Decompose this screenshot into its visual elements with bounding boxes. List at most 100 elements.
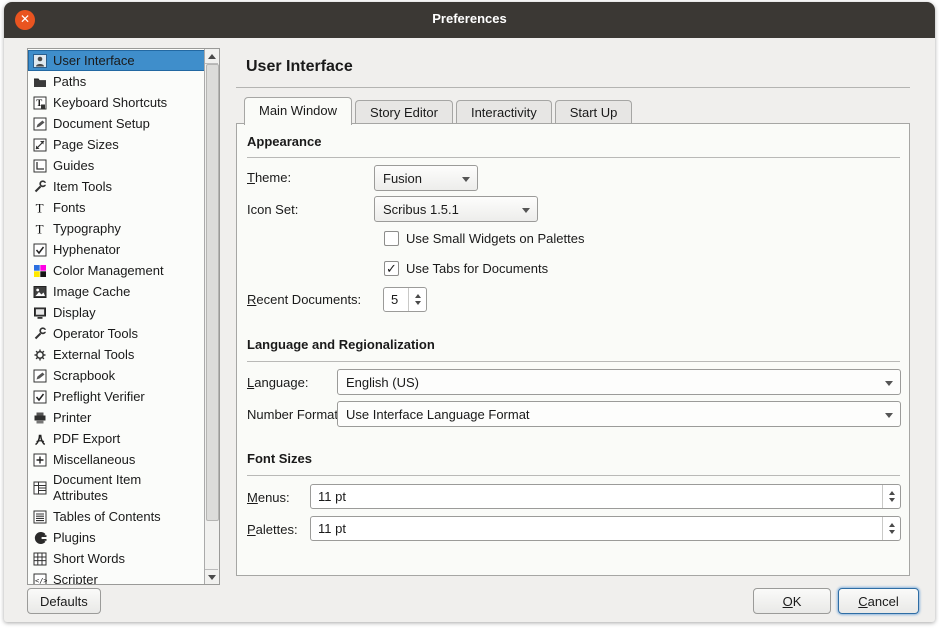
number-format-value: Use Interface Language Format [346, 407, 530, 422]
spin-up-icon [889, 491, 895, 495]
checkbox-row-use-tabs-for-documents[interactable]: ✓ Use Tabs for Documents [384, 260, 548, 277]
sidebar-item-short-words[interactable]: Short Words [28, 548, 205, 569]
image-icon [32, 284, 47, 299]
menus-label: Menus: [247, 490, 290, 505]
sidebar-item-guides[interactable]: Guides [28, 155, 205, 176]
number-format-combobox[interactable]: Use Interface Language Format [337, 401, 901, 427]
sidebar-item-paths[interactable]: Paths [28, 71, 205, 92]
screenshot-root: ✕ Preferences User Interface Paths TKeyboa… [0, 0, 939, 634]
wrench-icon [32, 326, 47, 341]
sidebar-item-scripter[interactable]: </>Scripter [28, 569, 205, 585]
sidebar-item-typography[interactable]: T Typography [28, 218, 205, 239]
plugin-icon [32, 530, 47, 545]
checkbox-row-use-small-widgets-on-palettes[interactable]: Use Small Widgets on Palettes [384, 230, 584, 247]
pencil-box-icon [32, 116, 47, 131]
icon-set-value: Scribus 1.5.1 [383, 202, 459, 217]
unchecked-checkbox-icon[interactable] [384, 231, 399, 246]
theme-value: Fusion [383, 171, 422, 186]
spin-up-icon [889, 523, 895, 527]
sidebar-item-label: Document Item Attributes [53, 472, 193, 504]
sidebar-item-color-management[interactable]: Color Management [28, 260, 205, 281]
tab-story-editor[interactable]: Story Editor [355, 100, 453, 124]
letter-t-icon: T [32, 200, 47, 215]
ok-button[interactable]: OK [753, 588, 831, 614]
spin-up-icon [415, 294, 421, 298]
sidebar-item-label: Tables of Contents [53, 509, 161, 525]
sidebar-item-label: Paths [53, 74, 86, 90]
scroll-down-icon [208, 575, 216, 580]
sidebar-item-plugins[interactable]: Plugins [28, 527, 205, 548]
appearance-heading: Appearance [247, 134, 321, 149]
sidebar-item-tables-of-contents[interactable]: Tables of Contents [28, 506, 205, 527]
tab-main-window[interactable]: Main Window [244, 97, 352, 125]
list-box-icon [32, 509, 47, 524]
sidebar-item-document-item-attributes[interactable]: Document Item Attributes [28, 470, 205, 506]
scrollbar-down-button[interactable] [205, 569, 218, 584]
sidebar-item-label: Hyphenator [53, 242, 120, 258]
palettes-spinbox[interactable]: 11 pt [310, 516, 901, 541]
sidebar-item-label: Typography [53, 221, 121, 237]
sidebar-item-page-sizes[interactable]: Page Sizes [28, 134, 205, 155]
resize-icon [32, 137, 47, 152]
category-list: User InterfacePathsTKeyboard ShortcutsDo… [27, 48, 220, 585]
sidebar-item-document-setup[interactable]: Document Setup [28, 113, 205, 134]
svg-text:T: T [35, 201, 43, 215]
scrollbar-up-button[interactable] [205, 49, 218, 64]
cmyk-icon [32, 263, 47, 278]
sidebar-item-label: Image Cache [53, 284, 130, 300]
defaults-button[interactable]: Defaults [27, 588, 101, 614]
spin-down-icon [889, 498, 895, 502]
sidebar-item-label: Plugins [53, 530, 96, 546]
recent-documents-value: 5 [391, 292, 398, 307]
sidebar-item-hyphenator[interactable]: Hyphenator [28, 239, 205, 260]
sidebar-item-user-interface[interactable]: User Interface [28, 50, 205, 71]
sidebar-item-label: Printer [53, 410, 91, 426]
letter-t-icon: T [32, 221, 47, 236]
title-separator [236, 87, 910, 88]
sidebar-item-operator-tools[interactable]: Operator Tools [28, 323, 205, 344]
recent-documents-spinbox[interactable]: 5 [383, 287, 427, 312]
checkbox-label: Use Tabs for Documents [406, 261, 548, 276]
sidebar-item-pdf-export[interactable]: PDF Export [28, 428, 205, 449]
theme-combobox[interactable]: Fusion [374, 165, 478, 191]
icon-set-combobox[interactable]: Scribus 1.5.1 [374, 196, 538, 222]
folder-icon [32, 74, 47, 89]
scroll-up-icon [208, 54, 216, 59]
sidebar-item-printer[interactable]: Printer [28, 407, 205, 428]
font-sizes-rule [247, 475, 900, 476]
spin-buttons[interactable] [408, 288, 426, 311]
palettes-label: Palettes: [247, 522, 298, 537]
spin-buttons[interactable] [882, 517, 900, 540]
sidebar-item-label: Item Tools [53, 179, 112, 195]
palettes-value: 11 pt [318, 521, 346, 536]
sidebar-item-preflight-verifier[interactable]: Preflight Verifier [28, 386, 205, 407]
scrollbar-thumb[interactable] [206, 64, 219, 521]
spin-buttons[interactable] [882, 485, 900, 508]
sidebar-item-scrapbook[interactable]: Scrapbook [28, 365, 205, 386]
sidebar-item-keyboard-shortcuts[interactable]: TKeyboard Shortcuts [28, 92, 205, 113]
tab-start-up[interactable]: Start Up [555, 100, 633, 124]
pdf-icon [32, 431, 47, 446]
sidebar-item-fonts[interactable]: TFonts [28, 197, 205, 218]
titlebar[interactable]: ✕ Preferences [4, 2, 935, 38]
language-label: Language: [247, 375, 308, 390]
sidebar-item-image-cache[interactable]: Image Cache [28, 281, 205, 302]
tab-interactivity[interactable]: Interactivity [456, 100, 552, 124]
preferences-window: ✕ Preferences User Interface Paths TKeyboa… [4, 2, 935, 622]
checkbox-label: Use Small Widgets on Palettes [406, 231, 584, 246]
cancel-button[interactable]: Cancel [838, 588, 919, 614]
sidebar-scrollbar[interactable] [204, 49, 219, 584]
language-combobox[interactable]: English (US) [337, 369, 901, 395]
sidebar-item-miscellaneous[interactable]: Miscellaneous [28, 449, 205, 470]
sidebar-item-label: Page Sizes [53, 137, 119, 153]
spin-down-icon [889, 530, 895, 534]
checked-checkbox-icon[interactable]: ✓ [384, 261, 399, 276]
wrench-icon [32, 179, 47, 194]
guides-icon [32, 158, 47, 173]
sidebar-item-item-tools[interactable]: Item Tools [28, 176, 205, 197]
sidebar-item-display[interactable]: Display [28, 302, 205, 323]
svg-text:T: T [35, 222, 43, 236]
sidebar-item-external-tools[interactable]: External Tools [28, 344, 205, 365]
sidebar-item-label: User Interface [53, 53, 135, 69]
menus-spinbox[interactable]: 11 pt [310, 484, 901, 509]
